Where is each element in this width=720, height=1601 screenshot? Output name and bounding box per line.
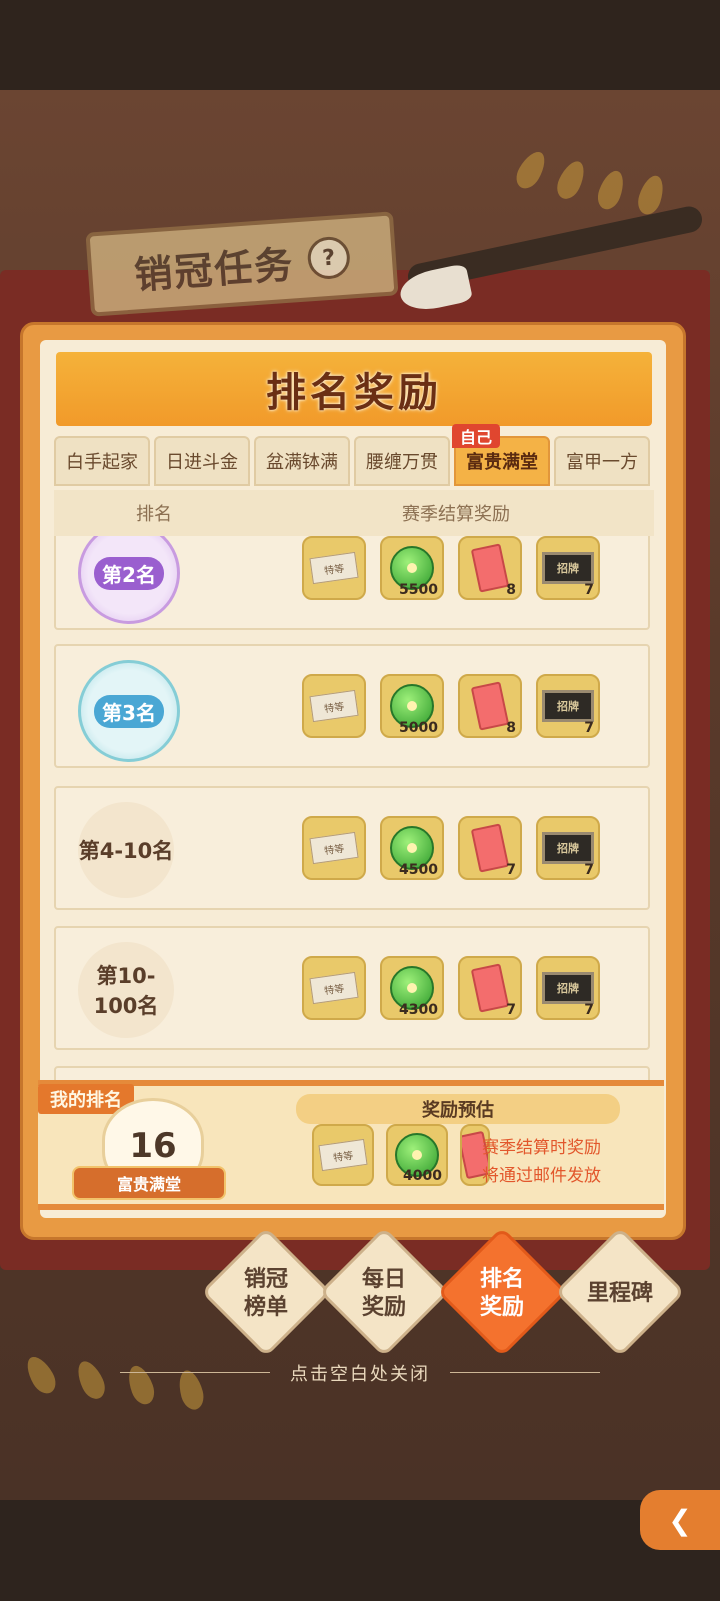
tab-tier-4[interactable]: 腰缠万贯: [354, 436, 450, 486]
item-quantity: 8: [506, 582, 516, 598]
ticket-icon: 特等: [309, 689, 359, 723]
rank-badge: 第2名: [78, 536, 180, 624]
reward-item[interactable]: 特等: [302, 674, 366, 738]
tab-tier-6[interactable]: 富甲一方: [554, 436, 650, 486]
reward-item[interactable]: 4300: [380, 956, 444, 1020]
plaque-icon: 招牌: [542, 972, 594, 1004]
red-envelope-icon: [470, 543, 510, 593]
tier-tabs: 白手起家 日进斗金 盆满钵满 腰缠万贯 富贵满堂 富甲一方: [54, 436, 654, 486]
plaque-icon: 招牌: [542, 552, 594, 584]
estimate-header: 奖励预估: [296, 1094, 620, 1124]
reward-items: 特等 4300 7 招牌 7: [302, 956, 600, 1020]
nav-daily-reward-label: 每日 奖励: [361, 1267, 406, 1320]
reward-item[interactable]: 5500: [380, 536, 444, 600]
quest-title: 销冠任务: [132, 241, 296, 297]
ticket-icon: 特等: [318, 1138, 368, 1172]
nav-rank-reward-label: 排名 奖励: [479, 1267, 524, 1320]
item-quantity: 4000: [403, 1168, 442, 1184]
item-quantity: 7: [584, 720, 594, 736]
background-bottom: [0, 1500, 720, 1601]
item-quantity: 7: [584, 582, 594, 598]
reward-item[interactable]: 7: [458, 956, 522, 1020]
nav-sales-leaderboard-label: 销冠 榜单: [243, 1267, 288, 1320]
item-quantity: 8: [506, 720, 516, 736]
ticket-icon: 特等: [309, 551, 359, 585]
red-envelope-icon: [470, 823, 510, 873]
rank-label: 第2名: [94, 556, 164, 590]
close-hint[interactable]: 点击空白处关闭: [0, 1360, 720, 1386]
panel-title: 排名奖励: [266, 370, 442, 416]
rank-badge: 第10-100名: [78, 942, 174, 1038]
settlement-note-line2: 将通过邮件发放: [482, 1166, 601, 1186]
item-quantity: 7: [584, 1002, 594, 1018]
reward-row: 第10-100名 特等 4300 7 招牌 7: [54, 926, 650, 1050]
settlement-note: 赛季结算时奖励 将通过邮件发放: [482, 1134, 601, 1190]
settlement-note-line1: 赛季结算时奖励: [482, 1138, 601, 1158]
back-arrow-icon: ❮: [668, 1503, 692, 1537]
reward-item[interactable]: 特等: [302, 956, 366, 1020]
reward-item[interactable]: 8: [458, 536, 522, 600]
item-quantity: 5500: [399, 582, 438, 598]
reward-item[interactable]: 招牌 7: [536, 536, 600, 600]
reward-item[interactable]: 特等: [302, 816, 366, 880]
tab-tier-1[interactable]: 白手起家: [54, 436, 150, 486]
back-button[interactable]: ❮: [640, 1490, 720, 1550]
reward-row: 第2名 特等 5500 8 招牌 7: [54, 536, 650, 630]
plaque-icon: 招牌: [542, 832, 594, 864]
reward-row: 第3名 特等 5000 8 招牌 7: [54, 644, 650, 768]
reward-items: 特等 4500 7 招牌 7: [302, 816, 600, 880]
rank-label: 第3名: [94, 694, 164, 728]
reward-item[interactable]: 招牌 7: [536, 816, 600, 880]
item-quantity: 7: [584, 862, 594, 878]
panel-banner: 排名奖励: [56, 352, 652, 426]
nav-milestone-label: 里程碑: [586, 1281, 653, 1306]
reward-item[interactable]: 5000: [380, 674, 444, 738]
reward-item[interactable]: 8: [458, 674, 522, 738]
reward-item[interactable]: 特等: [302, 536, 366, 600]
item-quantity: 4300: [399, 1002, 438, 1018]
my-rank-tier: 富贵满堂: [72, 1166, 226, 1200]
help-button[interactable]: ?: [306, 235, 352, 281]
plaque-icon: 招牌: [542, 690, 594, 722]
tab-tier-2[interactable]: 日进斗金: [154, 436, 250, 486]
reward-item[interactable]: 7: [458, 816, 522, 880]
reward-list[interactable]: 第2名 特等 5500 8 招牌 7 第3名 特等 5000 8 招牌 7 第4-1…: [54, 536, 654, 1080]
ticket-icon: 特等: [309, 831, 359, 865]
ticket-icon: 特等: [309, 971, 359, 1005]
background-top: [0, 0, 720, 90]
reward-column-label: 赛季结算奖励: [402, 504, 510, 525]
reward-item[interactable]: 招牌 7: [536, 956, 600, 1020]
item-quantity: 7: [506, 1002, 516, 1018]
rank-badge: 第3名: [78, 660, 180, 762]
rank-label: 第4-10名: [78, 839, 174, 863]
item-quantity: 4500: [399, 862, 438, 878]
rank-label: 第10-100名: [93, 964, 159, 1018]
hint-divider-right: [450, 1372, 600, 1373]
reward-item[interactable]: 招牌 7: [536, 674, 600, 738]
red-envelope-icon: [470, 963, 510, 1013]
column-header: 排名 赛季结算奖励: [54, 490, 654, 536]
self-badge: 自己: [452, 424, 500, 448]
reward-row: 第4-10名 特等 4500 7 招牌 7: [54, 786, 650, 910]
estimate-item[interactable]: 4000: [386, 1124, 448, 1186]
rank-badge: 第4-10名: [78, 802, 174, 898]
estimate-item[interactable]: 特等: [312, 1124, 374, 1186]
reward-items: 特等 5000 8 招牌 7: [302, 674, 600, 738]
reward-items: 特等 5500 8 招牌 7: [302, 536, 600, 600]
reward-row: [54, 1066, 650, 1080]
rank-column-label: 排名: [136, 504, 172, 525]
estimate-items: 特等 4000: [312, 1124, 490, 1186]
red-envelope-icon: [470, 681, 510, 731]
reward-item[interactable]: 4500: [380, 816, 444, 880]
tab-tier-3[interactable]: 盆满钵满: [254, 436, 350, 486]
item-quantity: 5000: [399, 720, 438, 736]
item-quantity: 7: [506, 862, 516, 878]
